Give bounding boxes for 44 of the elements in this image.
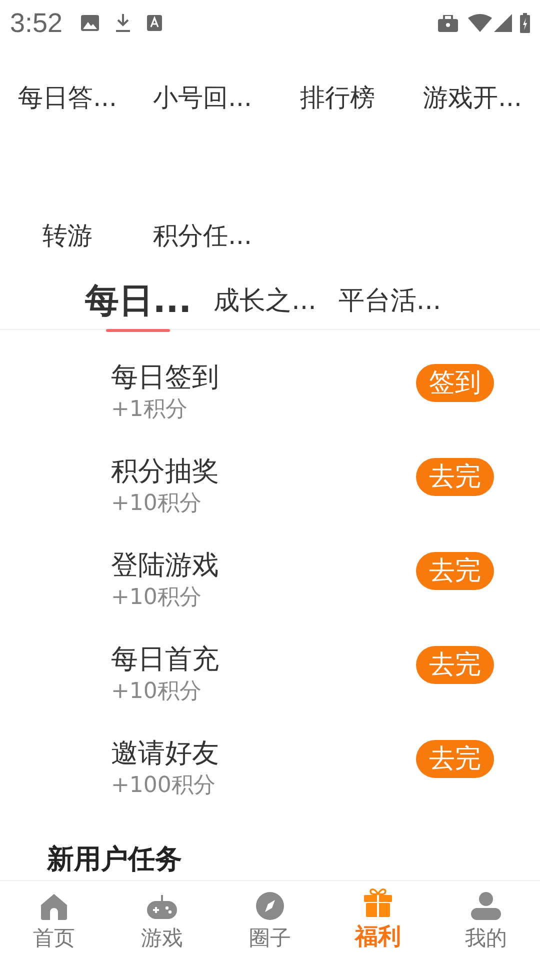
menu-item[interactable]: 每日答... bbox=[18, 78, 117, 118]
task-title: 每日签到 bbox=[111, 361, 220, 395]
task-action-button[interactable]: 去完 bbox=[416, 458, 494, 496]
task-action-button[interactable]: 去完 bbox=[416, 552, 494, 590]
section-title: 新用户任务 bbox=[46, 843, 183, 877]
task-title: 每日首充 bbox=[111, 643, 220, 677]
battery-icon bbox=[520, 13, 530, 33]
nav-tab[interactable]: 游戏 bbox=[108, 881, 216, 960]
download-icon bbox=[114, 14, 131, 32]
nav-tab[interactable]: 圈子 bbox=[216, 881, 324, 960]
signal-icon bbox=[494, 14, 512, 32]
nav-tab[interactable]: 首页 bbox=[0, 881, 108, 960]
nav-tab[interactable]: 我的 bbox=[432, 881, 540, 960]
status-time: 3:52 bbox=[10, 6, 63, 40]
wifi-icon bbox=[468, 14, 492, 32]
task-reward: +100积分 bbox=[111, 772, 216, 800]
tab[interactable]: 成长之... bbox=[214, 276, 316, 321]
briefcase-icon bbox=[438, 14, 458, 32]
user-icon bbox=[470, 890, 502, 920]
menu-item[interactable]: 排行榜 bbox=[300, 78, 375, 118]
task-action-button[interactable]: 去完 bbox=[416, 646, 494, 684]
image-icon bbox=[80, 15, 99, 31]
menu-item[interactable]: 游戏开... bbox=[423, 78, 522, 118]
task-title: 积分抽奖 bbox=[111, 455, 220, 489]
task-reward: +10积分 bbox=[111, 490, 202, 518]
task-action-button[interactable]: 签到 bbox=[416, 364, 494, 402]
tab-indicator bbox=[106, 329, 170, 332]
menu-item[interactable]: 积分任... bbox=[153, 216, 252, 256]
tab[interactable]: 平台活... bbox=[338, 276, 442, 321]
task-action-button[interactable]: 去完 bbox=[416, 740, 494, 778]
gamepad-icon bbox=[146, 892, 178, 920]
keyboard-icon bbox=[146, 15, 162, 31]
menu-item[interactable]: 小号回... bbox=[153, 78, 252, 118]
task-title: 登陆游戏 bbox=[111, 549, 220, 583]
task-reward: +1积分 bbox=[111, 396, 188, 424]
task-reward: +10积分 bbox=[111, 678, 202, 706]
gift-icon bbox=[362, 886, 394, 918]
tab[interactable]: 每日... bbox=[84, 276, 192, 332]
task-reward: +10积分 bbox=[111, 584, 202, 612]
home-icon bbox=[39, 892, 69, 920]
compass-icon bbox=[255, 890, 285, 920]
nav-tab[interactable]: 福利 bbox=[324, 881, 432, 960]
menu-item[interactable]: 转游 bbox=[42, 216, 92, 256]
task-title: 邀请好友 bbox=[111, 737, 220, 771]
